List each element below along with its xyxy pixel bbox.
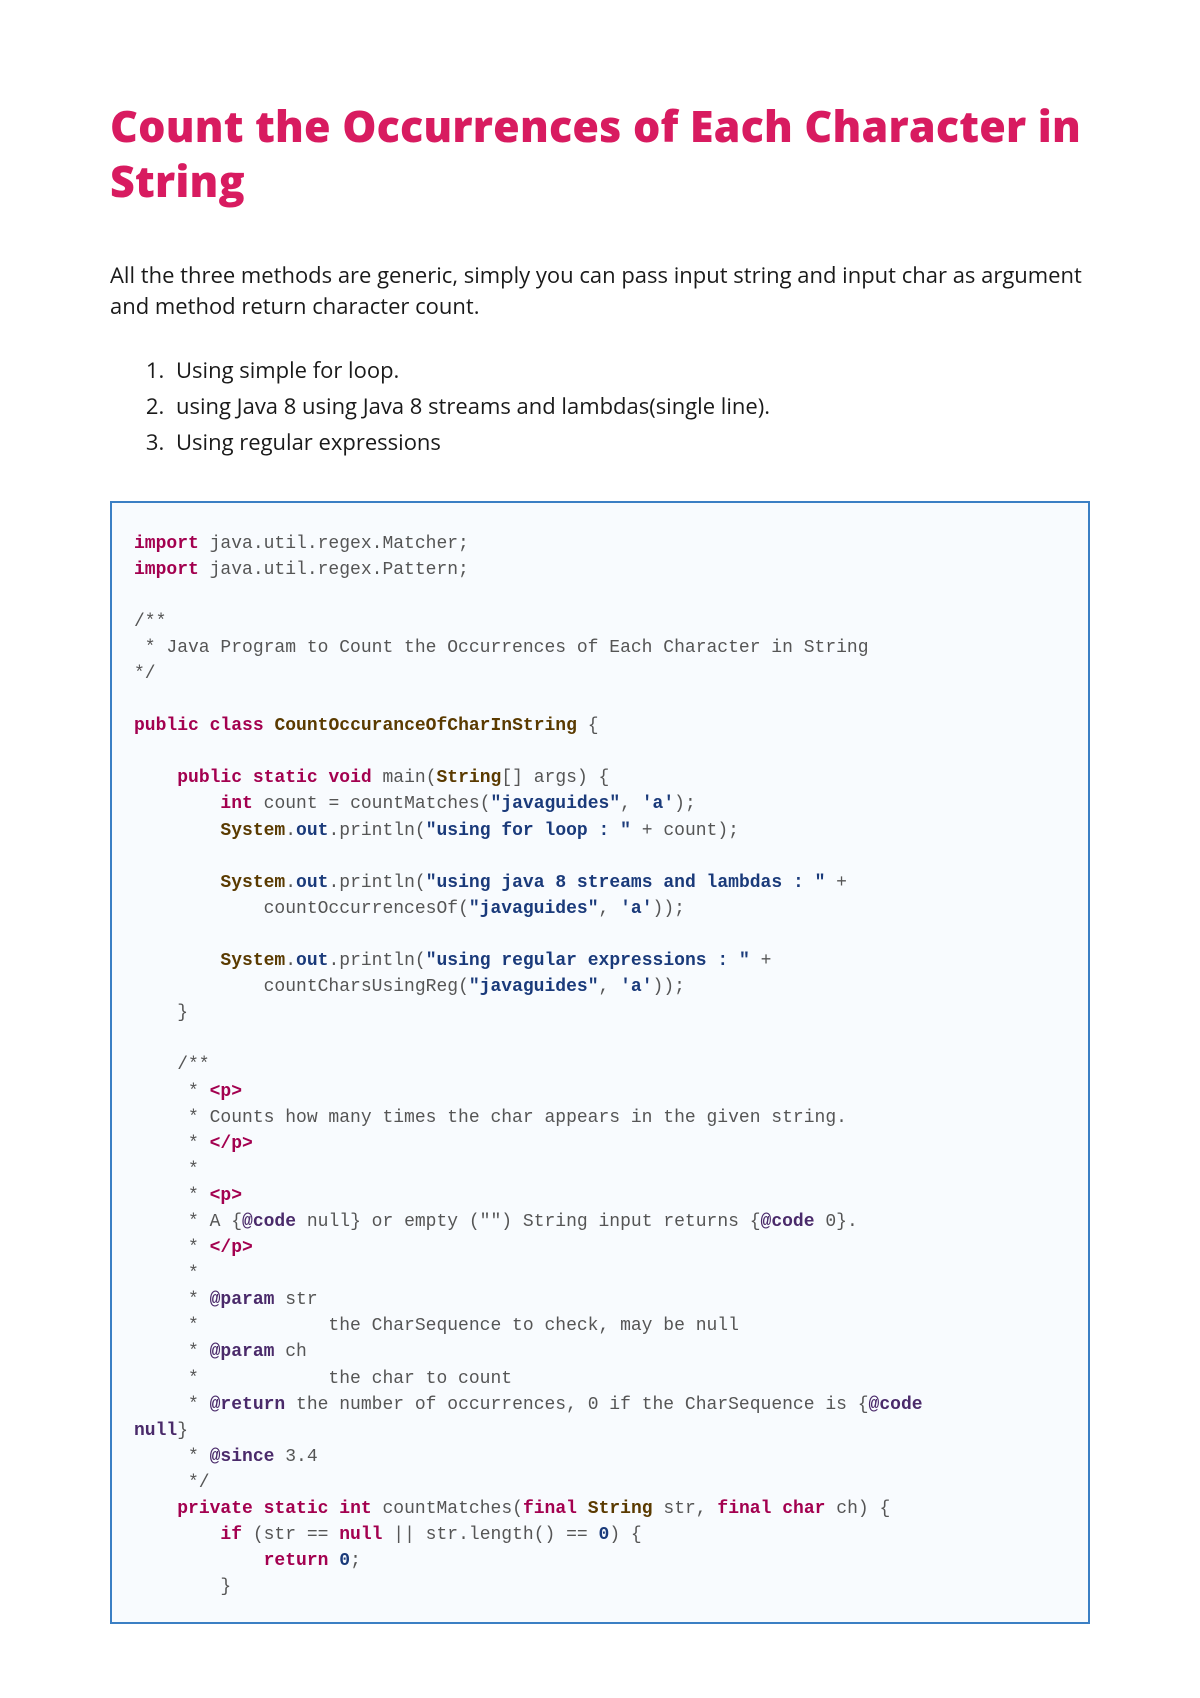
javadoc-code: @code [242, 1212, 296, 1232]
keyword-class: class [210, 716, 264, 736]
page-title: Count the Occurrences of Each Character … [110, 98, 1090, 208]
class-name: CountOccuranceOfCharInString [274, 716, 576, 736]
keyword-import: import [134, 534, 199, 554]
list-item: Using simple for loop. [170, 352, 1090, 388]
list-item: using Java 8 using Java 8 streams and la… [170, 388, 1090, 424]
list-item: Using regular expressions [170, 424, 1090, 460]
keyword-public: public [134, 716, 199, 736]
html-tag-p-close: </p> [210, 1134, 253, 1154]
javadoc-param: @param [210, 1290, 275, 1310]
javadoc-since: @since [210, 1447, 275, 1467]
javadoc-return: @return [210, 1395, 286, 1415]
html-tag-p: <p> [210, 1082, 242, 1102]
keyword-import: import [134, 560, 199, 580]
code-block: import java.util.regex.Matcher; import j… [110, 501, 1090, 1625]
intro-paragraph: All the three methods are generic, simpl… [110, 260, 1090, 322]
method-list: Using simple for loop. using Java 8 usin… [170, 352, 1090, 461]
